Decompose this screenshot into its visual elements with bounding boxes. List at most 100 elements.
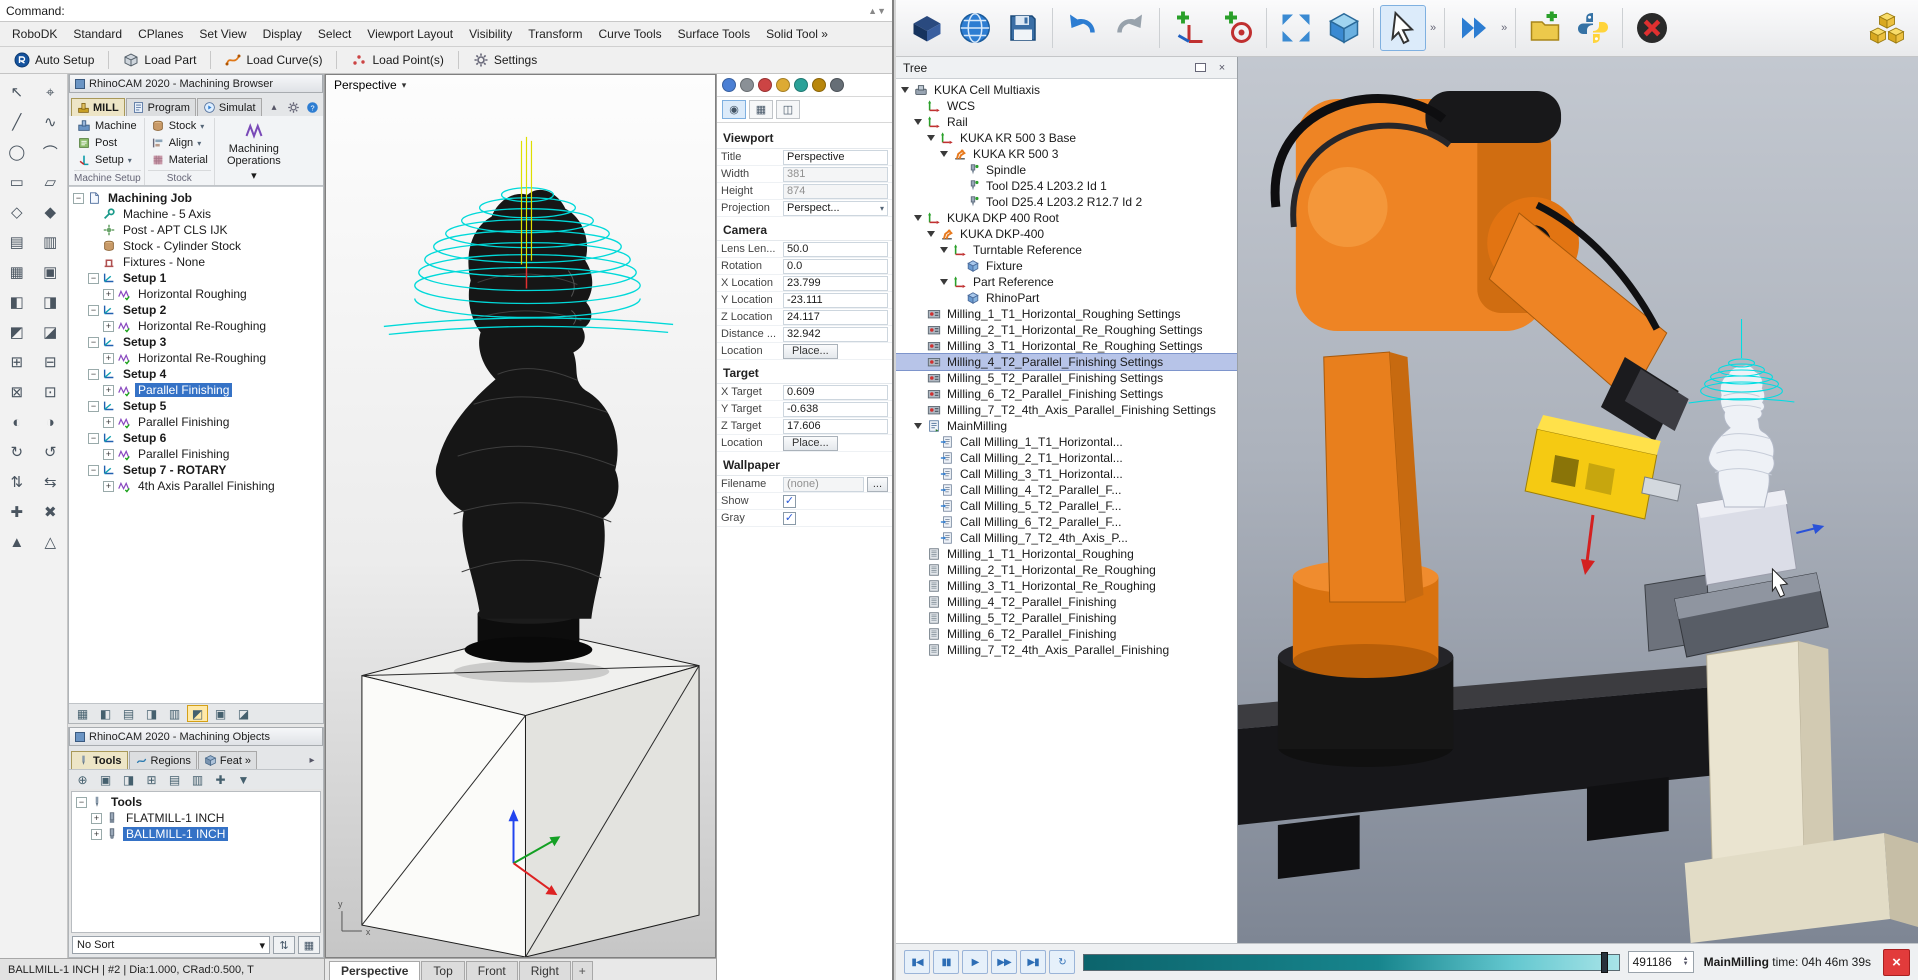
display-toggle-icon-6[interactable]: ◩ bbox=[187, 705, 208, 722]
robodk-3d-scene[interactable] bbox=[1238, 57, 1918, 943]
robodk-tree-item[interactable]: Milling_7_T2_4th_Axis_Parallel_Finishing bbox=[896, 642, 1237, 658]
display-toggle-icon-5[interactable]: ▥ bbox=[164, 705, 185, 722]
stop-button[interactable] bbox=[1629, 5, 1675, 51]
display-toggle-icon-7[interactable]: ▣ bbox=[210, 705, 231, 722]
machining-tree-item[interactable]: Post - APT CLS IJK bbox=[69, 222, 323, 238]
robodk-tree-item[interactable]: Milling_4_T2_Parallel_Finishing Settings bbox=[896, 354, 1237, 370]
prop-value[interactable]: -23.111 bbox=[783, 293, 888, 308]
rhino-tool-icon-13[interactable]: ▦ bbox=[0, 257, 34, 287]
rhino-tool-icon-10[interactable]: ◆ bbox=[34, 197, 68, 227]
tree-expander-icon[interactable] bbox=[940, 247, 948, 253]
display-toggle-icon-1[interactable]: ▦ bbox=[72, 705, 93, 722]
rhino-tool-icon-30[interactable]: ✖ bbox=[34, 497, 68, 527]
sort-dropdown[interactable]: No Sort ▾ bbox=[72, 936, 270, 954]
rhino-tool-icon-16[interactable]: ◨ bbox=[34, 287, 68, 317]
play-button[interactable]: ▶ bbox=[962, 950, 988, 974]
viewport-tab-front[interactable]: Front bbox=[466, 961, 518, 980]
menu-set-view[interactable]: Set View bbox=[191, 23, 254, 45]
objects-tool-icon-2[interactable]: ▣ bbox=[95, 771, 116, 788]
open-station-button[interactable] bbox=[904, 5, 950, 51]
viewport-tab-right[interactable]: Right bbox=[519, 961, 571, 980]
save-station-button[interactable] bbox=[1000, 5, 1046, 51]
align-button[interactable]: Align▾ bbox=[148, 135, 211, 151]
close-panel-icon[interactable]: × bbox=[1214, 61, 1230, 75]
display-toggle-icon-8[interactable]: ◪ bbox=[233, 705, 254, 722]
rhino-tool-icon-14[interactable]: ▣ bbox=[34, 257, 68, 287]
spinner-icon[interactable]: ▲▼ bbox=[1683, 957, 1689, 967]
prop-value[interactable]: 24.117 bbox=[783, 310, 888, 325]
rhino-tool-icon-32[interactable]: △ bbox=[34, 527, 68, 557]
add-reference-frame-button[interactable] bbox=[1166, 5, 1212, 51]
prop-value[interactable]: 50.0 bbox=[783, 242, 888, 257]
prop-value[interactable]: 0.609 bbox=[783, 385, 888, 400]
close-simulation-button[interactable]: × bbox=[1883, 949, 1910, 976]
machining-tree-item[interactable]: +4th Axis Parallel Finishing bbox=[69, 478, 323, 494]
machining-tree-item[interactable]: +Parallel Finishing bbox=[69, 446, 323, 462]
prop-value[interactable]: (none) bbox=[783, 477, 864, 492]
properties-subtab-2[interactable]: ▦ bbox=[749, 100, 773, 119]
machining-tree-item[interactable]: −Setup 6 bbox=[69, 430, 323, 446]
objects-tool-icon-6[interactable]: ▥ bbox=[187, 771, 208, 788]
properties-tab-icon-7[interactable] bbox=[830, 78, 844, 92]
tab-mill[interactable]: MILL bbox=[71, 98, 125, 116]
rhino-tool-icon-26[interactable]: ↺ bbox=[34, 437, 68, 467]
menu-visibility[interactable]: Visibility bbox=[461, 23, 520, 45]
prop-value[interactable]: 381 bbox=[783, 167, 888, 182]
properties-subtab-1[interactable]: ◉ bbox=[722, 100, 746, 119]
robodk-tree-item[interactable]: KUKA KR 500 3 bbox=[896, 146, 1237, 162]
machining-tree-item[interactable]: Fixtures - None bbox=[69, 254, 323, 270]
robodk-tree-item[interactable]: WCS bbox=[896, 98, 1237, 114]
rhino-3d-scene[interactable]: y x bbox=[326, 75, 715, 957]
tree-expander-icon[interactable] bbox=[927, 135, 935, 141]
browser-settings-button[interactable] bbox=[284, 99, 302, 116]
machining-tree-item[interactable]: +Horizontal Re-Roughing bbox=[69, 318, 323, 334]
prop-checkbox[interactable]: ✓ bbox=[783, 512, 796, 525]
robodk-tree-item[interactable]: KUKA KR 500 3 Base bbox=[896, 130, 1237, 146]
prop-place-button[interactable]: Place... bbox=[783, 344, 838, 359]
tab-tools[interactable]: Tools bbox=[71, 751, 128, 769]
menu-surface-tools[interactable]: Surface Tools bbox=[670, 23, 759, 45]
robodk-tree-item[interactable]: KUKA DKP-400 bbox=[896, 226, 1237, 242]
properties-tab-icon-2[interactable] bbox=[740, 78, 754, 92]
python-script-button[interactable] bbox=[1570, 5, 1616, 51]
toolbar-auto-setup-button[interactable]: Auto Setup bbox=[8, 50, 100, 70]
machining-tree-item[interactable]: +Parallel Finishing bbox=[69, 382, 323, 398]
rhino-tool-icon-21[interactable]: ⊠ bbox=[0, 377, 34, 407]
robodk-tree-item[interactable]: Milling_1_T1_Horizontal_Roughing Setting… bbox=[896, 306, 1237, 322]
robodk-3d-view[interactable] bbox=[1238, 57, 1918, 943]
robodk-tree-item[interactable]: Turntable Reference bbox=[896, 242, 1237, 258]
tree-expander-icon[interactable] bbox=[940, 279, 948, 285]
setup-button[interactable]: Setup▾ bbox=[74, 152, 141, 168]
prop-place-button[interactable]: Place... bbox=[783, 436, 838, 451]
tree-expander[interactable]: + bbox=[103, 449, 114, 460]
tree-expander-icon[interactable] bbox=[940, 151, 948, 157]
tree-expander[interactable]: + bbox=[103, 353, 114, 364]
rhino-tool-icon-3[interactable]: ╱ bbox=[0, 107, 34, 137]
tabs-scroll-button[interactable]: ▸ bbox=[303, 752, 321, 769]
simulation-progress-slider[interactable] bbox=[1083, 954, 1620, 971]
objects-tool-icon-4[interactable]: ⊞ bbox=[141, 771, 162, 788]
tree-expander[interactable]: + bbox=[103, 417, 114, 428]
menu-select[interactable]: Select bbox=[310, 23, 359, 45]
rhino-tool-icon-18[interactable]: ◪ bbox=[34, 317, 68, 347]
rhino-tool-icon-17[interactable]: ◩ bbox=[0, 317, 34, 347]
robodk-tree-item[interactable]: Milling_2_T1_Horizontal_Re_Roughing bbox=[896, 562, 1237, 578]
properties-subtab-3[interactable]: ◫ bbox=[776, 100, 800, 119]
fast-simulation-button[interactable] bbox=[1451, 5, 1497, 51]
tree-expander[interactable]: − bbox=[73, 193, 84, 204]
tool-item[interactable]: +FLATMILL-1 INCH bbox=[72, 810, 320, 826]
dropdown-arrow-icon[interactable]: ▾ bbox=[880, 204, 884, 213]
menu-robodk[interactable]: RoboDK bbox=[4, 23, 65, 45]
robodk-tree-item[interactable]: RhinoPart bbox=[896, 290, 1237, 306]
robodk-tree-item[interactable]: Milling_5_T2_Parallel_Finishing Settings bbox=[896, 370, 1237, 386]
tree-expander[interactable]: + bbox=[103, 385, 114, 396]
machining-tree-item[interactable]: −Setup 3 bbox=[69, 334, 323, 350]
tools-root-item[interactable]: −Tools bbox=[72, 794, 320, 810]
tree-expander[interactable]: − bbox=[88, 465, 99, 476]
robodk-tree-item[interactable]: KUKA DKP 400 Root bbox=[896, 210, 1237, 226]
tree-expander[interactable]: − bbox=[88, 337, 99, 348]
viewport-tab-perspective[interactable]: Perspective bbox=[329, 961, 420, 980]
robodk-tree-item[interactable]: Milling_5_T2_Parallel_Finishing bbox=[896, 610, 1237, 626]
machining-tree-item[interactable]: +Horizontal Roughing bbox=[69, 286, 323, 302]
step-back-button[interactable]: ▮◀ bbox=[904, 950, 930, 974]
